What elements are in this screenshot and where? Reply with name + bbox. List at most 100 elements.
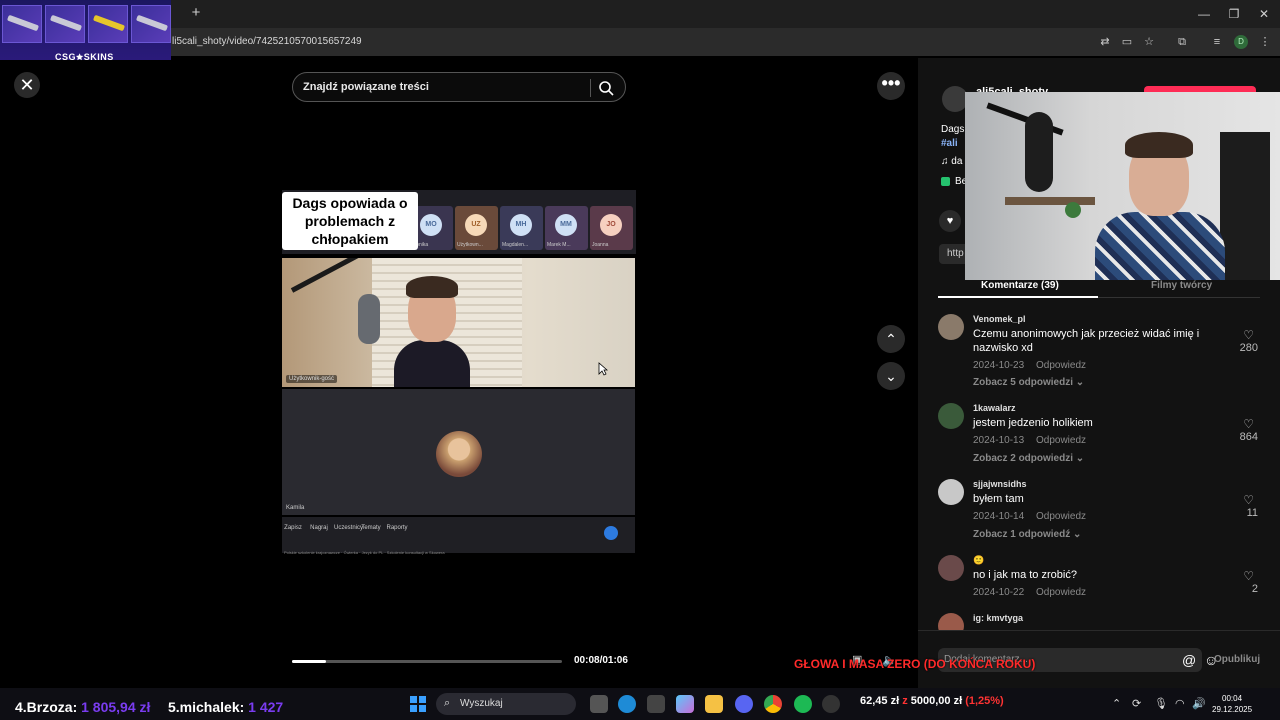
address-bar[interactable]: li5cali_shoty/video/7425210570015657249 … <box>0 28 1280 56</box>
streamer-webcam <box>965 92 1280 280</box>
participant-thumb: JO Joanna <box>590 206 633 250</box>
close-video-button[interactable]: ✕ <box>14 72 40 98</box>
music-line[interactable]: ♫ da <box>941 156 962 167</box>
comment-like-icon[interactable]: ♡ <box>1243 493 1254 507</box>
url-text[interactable]: li5cali_shoty/video/7425210570015657249 <box>172 36 362 47</box>
commenter-avatar[interactable] <box>938 479 964 505</box>
comment-like-count: 11 <box>1246 507 1258 519</box>
comment-like-count: 864 <box>1239 431 1258 443</box>
comments-tabs: Komentarze (39) Filmy twórcy <box>938 278 1260 298</box>
close-window-icon[interactable]: ✕ <box>1256 6 1272 22</box>
search-icon[interactable] <box>597 79 615 97</box>
wifi-icon[interactable]: ◠ <box>1175 697 1185 710</box>
like-heart-icon[interactable]: ♥ <box>939 210 961 232</box>
toolbar-item: Uczestnicy <box>334 525 364 531</box>
search-icon: ⌕ <box>444 697 451 709</box>
commenter-name[interactable]: 1kawalarz <box>973 403 1016 413</box>
chrome-icon[interactable] <box>764 695 782 713</box>
participant-thumb: UZ Użytkown... <box>455 206 498 250</box>
comment-date: 2024-10-13 <box>973 435 1025 446</box>
gaming-chair <box>1220 132 1270 280</box>
video-caption: Dags opowiada o problemach z chłopakiem <box>282 192 418 250</box>
toolbar-item: Tematy <box>361 525 381 531</box>
comment-item: Venomek_pl Czemu anonimowych jak przecie… <box>938 314 1258 388</box>
comment-like-count: 280 <box>1239 342 1258 354</box>
mic-boom <box>290 258 373 293</box>
commenter-avatar[interactable] <box>938 555 964 581</box>
speaker-camera-frame: Użytkownik-gość <box>282 258 635 387</box>
discord-icon[interactable] <box>735 695 753 713</box>
video-progress-bar[interactable] <box>292 660 562 663</box>
comment-text: no i jak ma to zrobić? <box>973 569 1077 581</box>
commenter-name[interactable]: sjjajwnsidhs <box>973 479 1027 489</box>
comment-text: jestem jedzenio holikiem <box>973 417 1093 429</box>
bookmark-star-icon[interactable]: ☆ <box>1142 35 1156 49</box>
commenter-avatar[interactable] <box>938 613 964 631</box>
task-view-icon[interactable] <box>590 695 608 713</box>
restore-icon[interactable]: ❐ <box>1226 6 1242 22</box>
profile-avatar[interactable]: D <box>1234 35 1248 49</box>
commenter-avatar[interactable] <box>938 314 964 340</box>
extensions-icon[interactable]: ⧉ <box>1175 35 1189 49</box>
translate-icon[interactable]: ⇄ <box>1098 35 1112 49</box>
leaderboard-entry-5: 5.michalek: 1 427 <box>168 699 284 715</box>
speaker-icon[interactable]: 🔊 <box>1192 697 1206 710</box>
mention-icon[interactable]: @ <box>1182 652 1196 668</box>
previous-video-button[interactable]: ⌃ <box>877 325 905 353</box>
comment-item: 🙂 no i jak ma to zrobić? 2024-10-22 Odpo… <box>938 555 1258 599</box>
microphone-icon[interactable]: 🎙 <box>1154 697 1168 710</box>
publish-button[interactable]: Opublikuj <box>1214 654 1260 665</box>
screen: + — ❐ ✕ li5cali_shoty/video/742521057001… <box>0 0 1280 720</box>
video-player[interactable]: Znajdź powiązane treści MO Monika UZ Użytk… <box>282 58 636 688</box>
system-clock[interactable]: 00:04 29.12.2025 <box>1212 693 1252 715</box>
comment-item: sjjajwnsidhs byłem tam 2024-10-14 Odpowi… <box>938 479 1258 540</box>
new-tab-button[interactable]: + <box>188 5 204 21</box>
meeting-toolbar: Zapisz Nagraj Uczestnicy Tematy Raporty <box>282 517 635 553</box>
commenter-name[interactable]: 🙂 <box>973 555 984 566</box>
speaker-person <box>394 276 470 387</box>
cast-icon[interactable]: ▭ <box>1120 35 1134 49</box>
tray-chevron-icon[interactable]: ⌃ <box>1112 697 1121 710</box>
file-explorer-icon[interactable] <box>705 695 723 713</box>
sync-icon[interactable]: ⟳ <box>1132 697 1141 710</box>
menu-dots-icon[interactable]: ⋮ <box>1258 35 1272 49</box>
badge-line: Be <box>941 176 967 187</box>
copilot-icon[interactable] <box>676 695 694 713</box>
spotify-icon[interactable] <box>794 695 812 713</box>
view-replies-link[interactable]: Zobacz 2 odpowiedzi ⌄ <box>973 453 1084 464</box>
tab-comments[interactable]: Komentarze (39) <box>981 280 1059 291</box>
store-icon[interactable] <box>647 695 665 713</box>
csgo-brand-text: CSG🟊SKINS <box>55 52 114 62</box>
comment-like-icon[interactable]: ♡ <box>1243 569 1254 583</box>
commenter-name[interactable]: ig: kmvtyga <box>973 613 1023 623</box>
minimize-icon[interactable]: — <box>1196 6 1212 22</box>
skin-tile <box>45 5 85 43</box>
comment-item: ig: kmvtyga <box>938 613 1258 631</box>
taskbar-search[interactable]: ⌕ Wyszukaj <box>436 693 576 715</box>
commenter-name[interactable]: Venomek_pl <box>973 314 1026 324</box>
participant-avatar <box>436 431 482 477</box>
video-timecode: 00:08/01:06 <box>574 655 628 666</box>
view-replies-link[interactable]: Zobacz 5 odpowiedzi ⌄ <box>973 377 1084 388</box>
participant-thumb: MH Magdalen... <box>500 206 543 250</box>
commenter-avatar[interactable] <box>938 403 964 429</box>
tab-creator-videos[interactable]: Filmy twórcy <box>1151 280 1212 291</box>
reply-link[interactable]: Odpowiedz <box>1036 511 1086 522</box>
related-search-input[interactable]: Znajdź powiązane treści <box>292 72 626 102</box>
view-replies-link[interactable]: Zobacz 1 odpowiedź ⌄ <box>973 529 1081 540</box>
media-icon[interactable]: ≡ <box>1210 35 1224 49</box>
next-video-button[interactable]: ⌄ <box>877 362 905 390</box>
comment-like-icon[interactable]: ♡ <box>1243 417 1254 431</box>
reply-link[interactable]: Odpowiedz <box>1036 360 1086 371</box>
reply-link[interactable]: Odpowiedz <box>1036 435 1086 446</box>
skin-tile <box>131 5 171 43</box>
windows-start-icon[interactable] <box>410 696 426 712</box>
reply-link[interactable]: Odpowiedz <box>1036 587 1086 598</box>
edge-icon[interactable] <box>618 695 636 713</box>
hashtag-link[interactable]: #ali <box>941 138 958 149</box>
comment-like-icon[interactable]: ♡ <box>1243 328 1254 342</box>
comment-text: Czemu anonimowych jak przecież widać imi… <box>973 328 1200 354</box>
search-divider <box>590 79 591 97</box>
more-options-button[interactable]: ••• <box>877 72 905 100</box>
obs-icon[interactable] <box>822 695 840 713</box>
